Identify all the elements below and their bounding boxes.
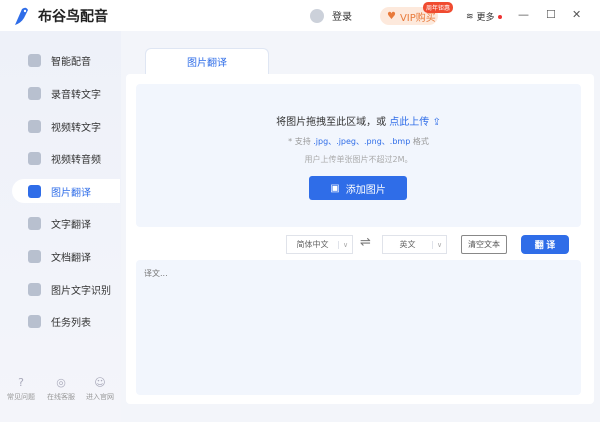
title-bar: 布谷鸟配音 登录 ♥ VIP购买 周年钜惠 ≋ 更多 — ☐ ✕ (0, 0, 600, 31)
mic-icon (28, 53, 41, 67)
minimize-button[interactable]: — (518, 8, 529, 21)
sidebar-item-image-translate[interactable]: 图片翻译 (12, 179, 120, 203)
nav-label: 文字翻译 (51, 219, 91, 231)
app-title: 布谷鸟配音 (38, 9, 108, 25)
clear-text-button[interactable]: 清空文本 (461, 235, 507, 254)
target-lang-value: 英文 (399, 240, 416, 249)
ocr-icon (28, 282, 41, 296)
add-image-button[interactable]: ▣ 添加图片 (309, 176, 407, 200)
support-prefix: * 支持 (288, 137, 311, 146)
translation-output[interactable] (136, 260, 581, 395)
sidebar-item-video-to-text[interactable]: 视频转文字 (12, 114, 120, 138)
planet-icon: ☺ (94, 376, 106, 389)
sidebar-item-audio-to-text[interactable]: 录音转文字 (12, 81, 120, 105)
supported-formats: .jpg、.jpeg、.png、.bmp (313, 137, 411, 146)
more-button[interactable]: ≋ 更多 (466, 10, 502, 23)
nav-label: 视频转音频 (51, 154, 101, 166)
sidebar-item-task-list[interactable]: 任务列表 (12, 309, 120, 333)
sidebar-item-video-to-audio[interactable]: 视频转音频 (12, 146, 120, 170)
upload-dropzone[interactable]: 将图片拖拽至此区域，或 点此上传 ⇪ * 支持 .jpg、.jpeg、.png、… (136, 84, 581, 227)
sidebar-item-doc-translate[interactable]: 文档翻译 (12, 244, 120, 268)
document-icon (28, 249, 41, 263)
nav-label: 录音转文字 (51, 89, 101, 101)
sidebar-item-smart-dubbing[interactable]: 智能配音 (12, 48, 120, 72)
nav-label: 任务列表 (51, 317, 91, 329)
source-language-select[interactable]: 简体中文 ∨ (286, 235, 353, 254)
video-audio-icon (28, 151, 41, 165)
website-link[interactable]: ☺ 进入官网 (80, 376, 120, 402)
swap-languages-icon[interactable]: ⇌ (360, 235, 371, 250)
nav-label: 视频转文字 (51, 122, 101, 134)
nav-label: 图片文字识别 (51, 285, 111, 297)
target-language-select[interactable]: 英文 ∨ (382, 235, 447, 254)
upload-link[interactable]: 点此上传 (389, 117, 429, 128)
faq-label: 常见问题 (7, 393, 35, 401)
chevron-down-icon: ∨ (338, 240, 352, 249)
promo-badge: 周年钜惠 (423, 2, 454, 13)
text-translate-icon (28, 216, 41, 230)
question-icon: ? (18, 376, 24, 389)
close-button[interactable]: ✕ (572, 8, 581, 21)
avatar-icon (310, 8, 324, 23)
more-label: 更多 (476, 13, 495, 23)
tab-image-translate[interactable]: 图片翻译 (145, 48, 269, 74)
support-suffix: 格式 (412, 137, 429, 146)
bird-logo-icon (15, 7, 28, 25)
nav-label: 文档翻译 (51, 252, 91, 264)
layers-icon: ≋ (466, 11, 474, 22)
sidebar-item-text-translate[interactable]: 文字翻译 (12, 211, 120, 235)
sidebar: 智能配音 录音转文字 视频转文字 视频转音频 图片翻译 文字翻译 文档翻译 图片… (0, 31, 121, 422)
login-label: 登录 (332, 12, 352, 23)
audio-text-icon (28, 86, 41, 100)
nav-label: 智能配音 (51, 56, 91, 68)
nav-label: 图片翻译 (51, 187, 91, 199)
maximize-button[interactable]: ☐ (546, 8, 556, 21)
chevron-down-icon: ∨ (432, 240, 446, 249)
app-logo: 布谷鸟配音 (12, 6, 108, 26)
upload-icon[interactable]: ⇪ (432, 117, 440, 128)
support-link[interactable]: ◎ 在线客服 (41, 376, 81, 402)
login-button[interactable]: 登录 (310, 8, 352, 23)
faq-link[interactable]: ? 常见问题 (1, 376, 41, 402)
video-text-icon (28, 119, 41, 133)
list-icon (28, 314, 41, 328)
website-label: 进入官网 (86, 393, 114, 401)
upload-prompt: 将图片拖拽至此区域，或 (276, 117, 387, 128)
sidebar-item-ocr[interactable]: 图片文字识别 (12, 277, 120, 301)
translate-button[interactable]: 翻 译 (521, 235, 569, 254)
source-lang-value: 简体中文 (296, 240, 329, 249)
support-label: 在线客服 (47, 393, 75, 401)
add-image-label: 添加图片 (345, 184, 386, 196)
image-translate-icon (28, 184, 41, 198)
notification-dot (497, 14, 502, 19)
file-add-icon: ▣ (330, 182, 340, 194)
size-limit-note: 用户上传单张图片不超过2M。 (304, 155, 413, 164)
diamond-icon: ♥ (387, 10, 396, 22)
chat-icon: ◎ (56, 376, 66, 389)
